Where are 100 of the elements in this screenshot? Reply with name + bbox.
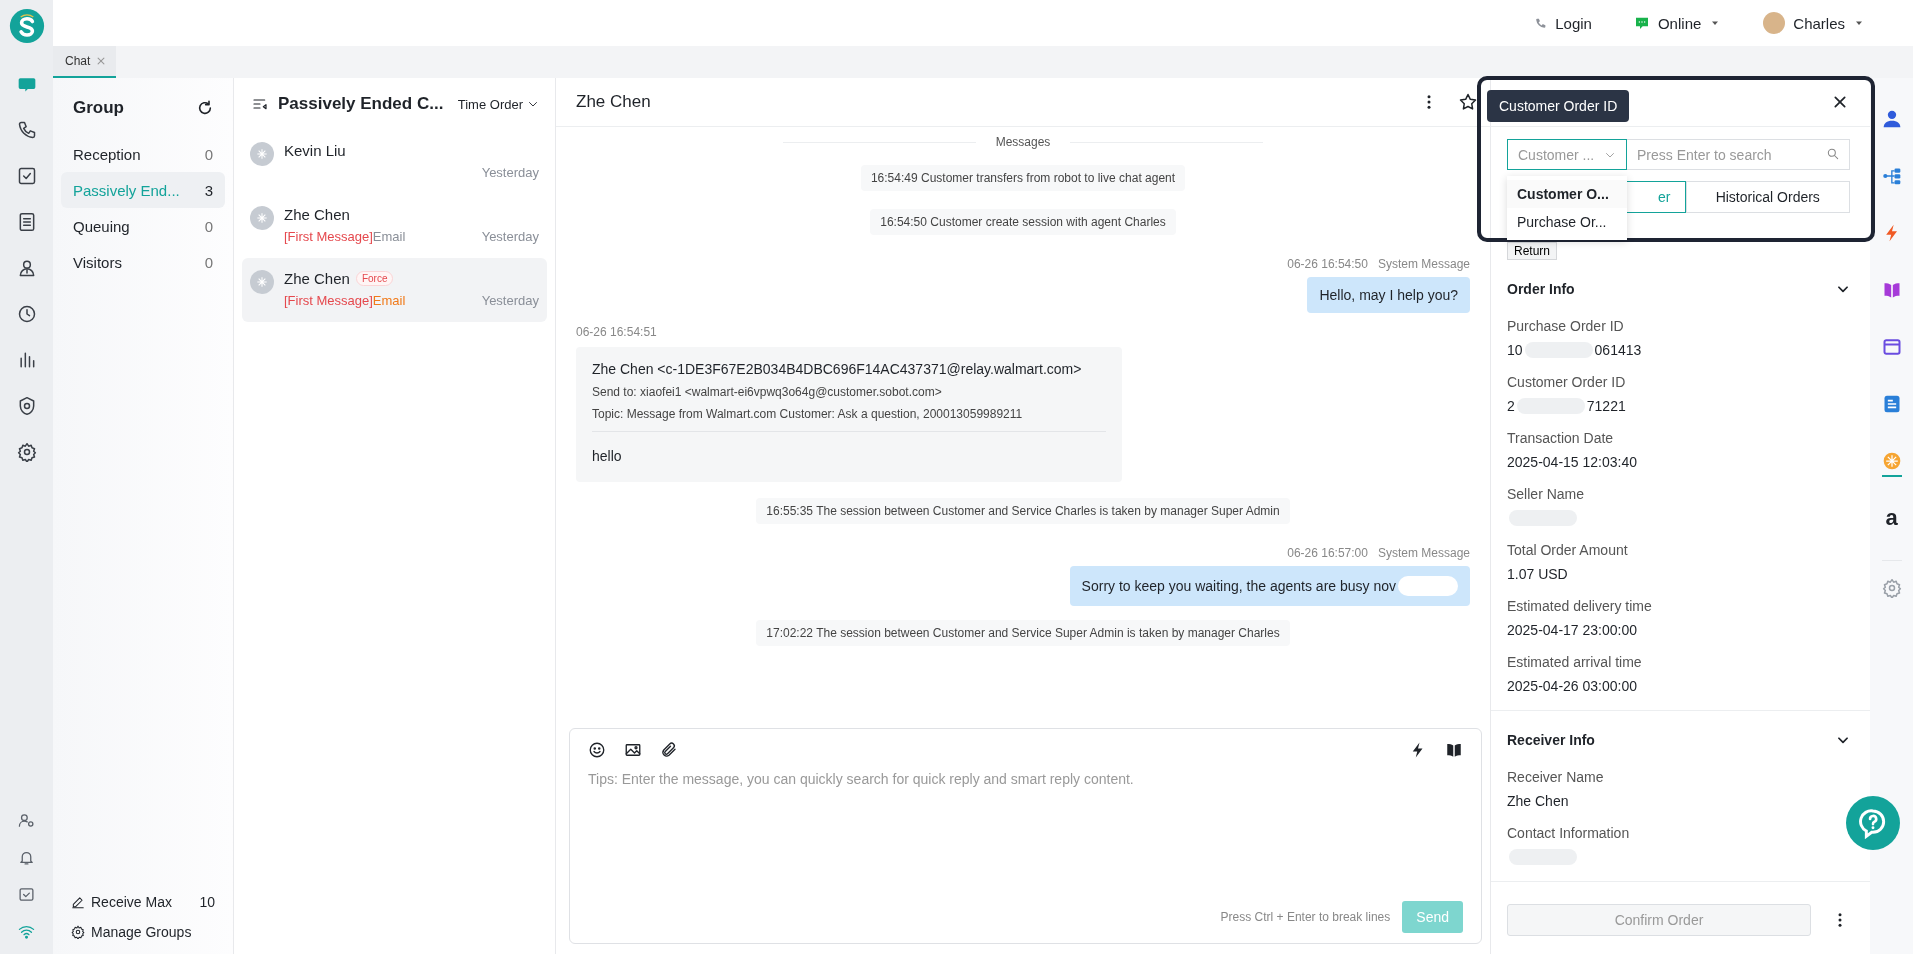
- contact-name: Zhe Chen: [284, 270, 350, 287]
- field-value: 2025-04-17 23:00:00: [1507, 622, 1637, 638]
- chat-title: Zhe Chen: [576, 92, 651, 112]
- email-body: hello: [592, 448, 623, 464]
- user-icon[interactable]: [1881, 108, 1902, 129]
- field-label: Customer Order ID: [1507, 374, 1627, 390]
- timestamp: 06-26 16:54:51: [576, 325, 658, 339]
- paperclip-icon[interactable]: [660, 741, 678, 759]
- tab-label[interactable]: Chat: [65, 54, 91, 68]
- page-tab[interactable]: Chat: [53, 46, 117, 78]
- field-label: Transaction Date: [1507, 430, 1615, 446]
- system-notice: 16:54:49 Customer transfers from robot to live chat agent: [860, 165, 1186, 191]
- image-icon[interactable]: [624, 741, 642, 759]
- folder-check-icon[interactable]: [18, 886, 35, 903]
- field-value: 71221: [1586, 398, 1626, 414]
- field-value: 1.07 USD: [1507, 566, 1568, 582]
- login-button[interactable]: Login: [1534, 14, 1592, 32]
- search-field[interactable]: Press Enter to search: [1627, 139, 1850, 170]
- field-value: 10: [1507, 342, 1523, 358]
- conversation-item[interactable]: Kevin Liu Yesterday: [242, 130, 547, 194]
- group-item[interactable]: Reception 0: [61, 136, 225, 172]
- emoji-icon[interactable]: [588, 741, 606, 759]
- checkbox-icon[interactable]: [16, 166, 37, 186]
- search-icon: [1826, 147, 1840, 161]
- star-icon[interactable]: [1458, 92, 1478, 112]
- group-item[interactable]: Queuing 0: [61, 208, 225, 244]
- email-sender: Zhe Chen <c-1DE3F67E2B034B4DBC696F14AC437371@relay.walmart.com>: [592, 361, 1083, 377]
- contact-name: Kevin Liu: [284, 142, 346, 159]
- settings-icon[interactable]: [16, 442, 37, 462]
- dropdown-option[interactable]: Customer O...: [1507, 180, 1627, 208]
- browser-window-icon[interactable]: [1881, 336, 1902, 357]
- field-value: 2025-04-15 12:03:40: [1507, 454, 1637, 470]
- list-filter-icon[interactable]: [252, 96, 268, 112]
- field-label: Purchase Order ID: [1507, 318, 1625, 334]
- section-title: Receiver Info: [1507, 732, 1595, 748]
- field-label: Total Order Amount: [1507, 542, 1629, 558]
- timestamp: 06-26 16:54:50: [1287, 257, 1368, 271]
- app-logo: [8, 8, 45, 44]
- return-button[interactable]: Return: [1507, 242, 1558, 260]
- dropdown-option[interactable]: Purchase Or...: [1507, 208, 1627, 236]
- phone-icon: [1534, 16, 1548, 30]
- message-icon: [1633, 15, 1650, 31]
- help-button[interactable]: [1846, 796, 1900, 850]
- sender-label: System Message: [1377, 257, 1470, 271]
- pencil-icon[interactable]: [71, 895, 85, 909]
- bell-icon[interactable]: [18, 849, 35, 866]
- status-dropdown[interactable]: Online: [1633, 14, 1722, 32]
- tooltip: Customer Order ID: [1487, 90, 1630, 122]
- field-label: Estimated arrival time: [1507, 654, 1643, 670]
- sender-label: System Message: [1377, 546, 1470, 560]
- avatar: [1763, 12, 1786, 34]
- clock-icon[interactable]: [16, 304, 37, 324]
- close-icon[interactable]: [1832, 94, 1848, 110]
- message-bubble: Sorry to keep you waiting, the agents are busy nov: [1069, 566, 1470, 606]
- field-value: 2: [1507, 398, 1515, 414]
- user-gear-icon[interactable]: [18, 812, 35, 829]
- email-recipient: Send to: xiaofei1 <walmart-ei6vpwq3o64g@customer.sobot.com>: [592, 385, 943, 399]
- timestamp: Yesterday: [481, 165, 539, 180]
- manage-groups-link[interactable]: Manage Groups: [91, 924, 192, 940]
- avatar: [250, 270, 274, 294]
- wifi-icon[interactable]: [18, 923, 35, 940]
- avatar: [250, 206, 274, 230]
- section-divider-label: Messages: [975, 135, 1071, 149]
- conversation-item[interactable]: Zhe Chen [First Message]Email Yesterday: [242, 194, 547, 258]
- message-preview: [First Message]Email: [284, 229, 406, 244]
- avatar: [250, 142, 274, 166]
- message-bubble: Hello, may I help you?: [1307, 277, 1470, 313]
- group-item[interactable]: Passively End... 3: [61, 172, 225, 208]
- phone-icon[interactable]: [16, 120, 37, 140]
- section-title: Order Info: [1507, 281, 1575, 297]
- keyboard-hint: Press Ctrl + Enter to break lines: [1220, 910, 1391, 924]
- field-label: Seller Name: [1507, 486, 1586, 502]
- marketplace-logo[interactable]: a: [1885, 506, 1898, 529]
- contact-name: Zhe Chen: [284, 206, 350, 223]
- message-composer[interactable]: Tips: Enter the message, you can quickly search for quick reply and smart reply content. Press Ctrl + Enter to break lines Send: [569, 728, 1482, 944]
- receive-max-label: Receive Max: [91, 894, 172, 910]
- field-value: 2025-04-26 03:00:00: [1507, 678, 1637, 694]
- user-menu[interactable]: Charles: [1763, 12, 1865, 34]
- side-app-button[interactable]: a: [1885, 504, 1898, 535]
- group-item[interactable]: Visitors 0: [61, 244, 225, 280]
- system-notice: 16:54:50 Customer create session with agent Charles: [870, 209, 1176, 235]
- conversation-item[interactable]: Zhe Chen Force [First Message]Email Yesterday: [242, 258, 547, 322]
- panel-title: Group: [73, 98, 124, 118]
- force-tag: Force: [355, 271, 394, 286]
- message-preview: [First Message]Email: [284, 293, 406, 308]
- field-label: Contact Information: [1507, 825, 1631, 841]
- list-title: Passively Ended C...: [278, 94, 444, 114]
- email-topic: Topic: Message from Walmart.com Customer: Ask a question, 200013059989211: [592, 407, 1024, 421]
- sort-dropdown[interactable]: Time Order: [457, 96, 539, 112]
- settings-icon[interactable]: [71, 925, 85, 939]
- receive-max-value: 10: [199, 894, 215, 910]
- refresh-icon[interactable]: [197, 100, 213, 116]
- book-icon[interactable]: [1445, 741, 1463, 759]
- redaction-block: [1398, 576, 1458, 596]
- field-label: Receiver Name: [1507, 769, 1605, 785]
- order-tab[interactable]: Historical Orders: [1685, 181, 1850, 213]
- timestamp: 06-26 16:57:00: [1287, 546, 1368, 560]
- field-label: Estimated delivery time: [1507, 598, 1653, 614]
- field-value: 061413: [1594, 342, 1642, 358]
- timestamp: Yesterday: [481, 293, 539, 308]
